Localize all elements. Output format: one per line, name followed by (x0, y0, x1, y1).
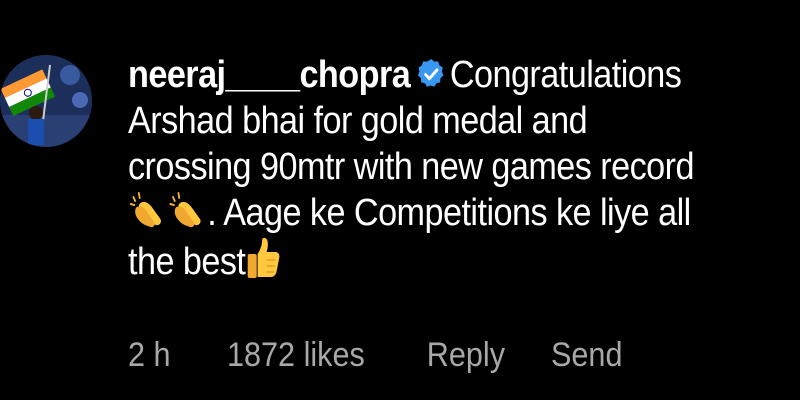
avatar-photo (0, 55, 92, 147)
comment-text-4: . Aage ke Competitions ke liye all (207, 192, 691, 234)
avatar[interactable] (0, 55, 92, 147)
comment-timestamp: 2 h (128, 336, 171, 374)
comment-line-4: . Aage ke Competitions ke liye all (128, 190, 722, 236)
clapping-hands-icon (129, 192, 161, 228)
comment-line-2: Arshad bhai for gold medal and (128, 100, 588, 142)
likes-count[interactable]: 1872 likes (227, 336, 365, 375)
comment-text-1: Congratulations (449, 54, 682, 96)
comment-line-3: crossing 90mtr with new games record (128, 146, 695, 188)
send-button[interactable]: Send (551, 336, 622, 375)
comment-text-5: the best (128, 241, 246, 283)
thumbs-up-icon (248, 237, 280, 278)
reply-button[interactable]: Reply (427, 336, 505, 375)
verified-badge-icon (417, 59, 444, 87)
comment: neeraj____chopra Congratulations Arshad … (128, 52, 722, 283)
comment-line-5: the best (128, 236, 722, 283)
comment-line-1: neeraj____chopra Congratulations (128, 52, 722, 98)
username-link[interactable]: neeraj____chopra (128, 54, 411, 96)
clapping-hands-icon (169, 192, 201, 228)
